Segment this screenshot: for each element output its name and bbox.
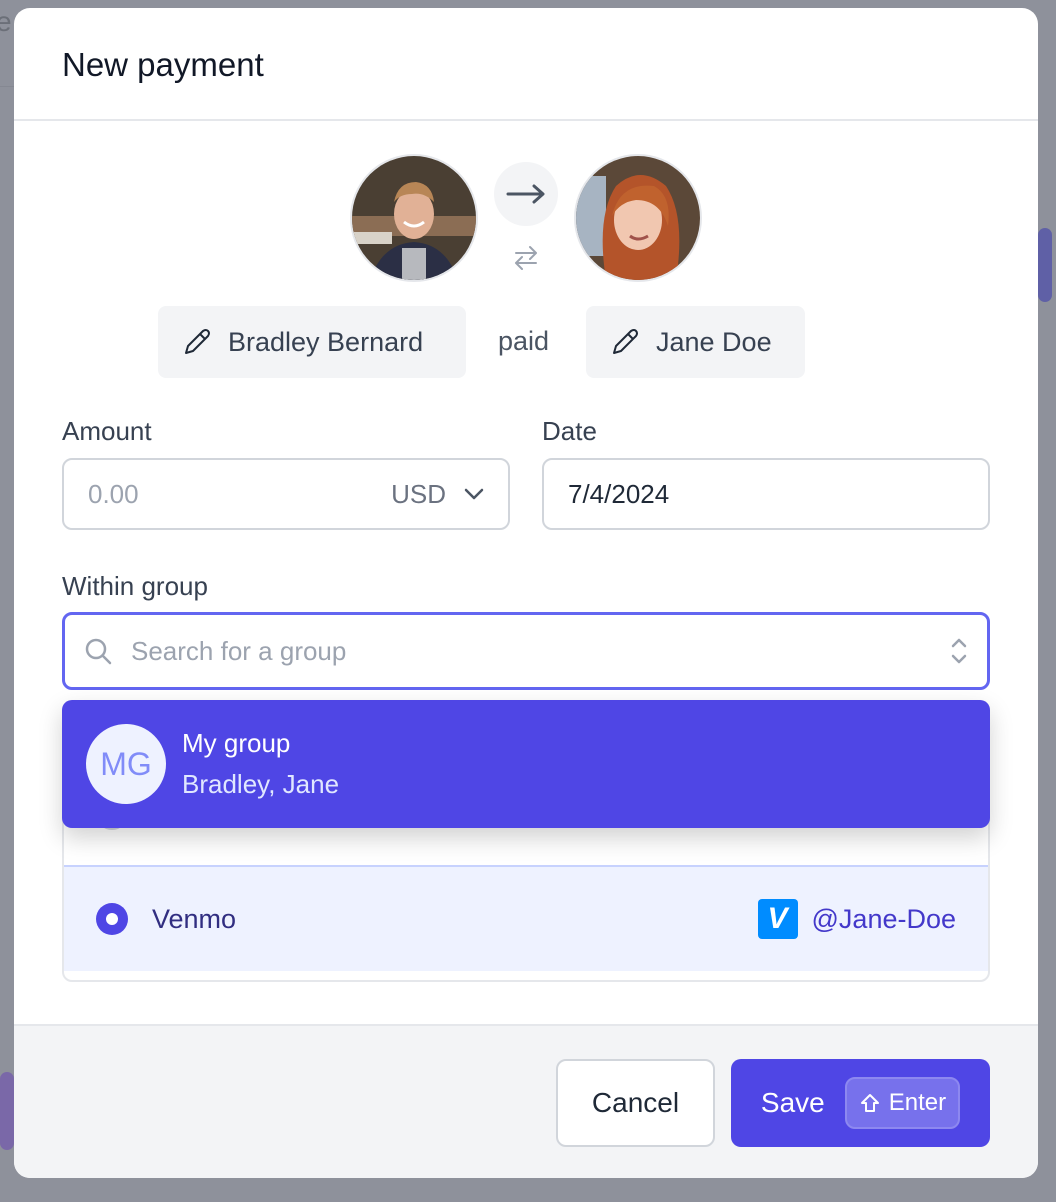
group-search-input[interactable]: Search for a group (131, 636, 931, 667)
venmo-handle: V @Jane-Doe (757, 899, 956, 939)
group-label: Within group (62, 571, 208, 601)
group-search-combobox[interactable]: Search for a group (62, 612, 990, 690)
swap-arrows-icon[interactable] (510, 242, 542, 274)
keyboard-shortcut-badge: Enter (844, 1077, 961, 1129)
pencil-icon (185, 329, 210, 354)
payer-avatar (350, 154, 478, 282)
group-option-members: Bradley, Jane (182, 769, 340, 799)
date-input[interactable]: 7/4/2024 (542, 458, 990, 530)
shift-icon (860, 1094, 879, 1112)
group-avatar: MG (86, 724, 166, 804)
edit-payee-button[interactable]: Jane Doe (586, 306, 805, 378)
new-payment-modal: New payment Bradley Bernard paid Jane Do… (14, 8, 1038, 1178)
amount-field[interactable]: 0.00 USD (62, 458, 510, 530)
group-option-name: My group (182, 728, 291, 758)
payee-avatar (574, 154, 702, 282)
paid-label: paid (498, 326, 550, 356)
modal-header: New payment (14, 8, 1038, 121)
search-icon (85, 638, 112, 665)
edit-payer-button[interactable]: Bradley Bernard (158, 306, 466, 378)
amount-label: Amount (62, 416, 152, 446)
background-button (1038, 228, 1052, 302)
payment-method-label: Venmo (152, 903, 237, 934)
venmo-icon: V (757, 899, 798, 939)
payee-name: Jane Doe (656, 326, 772, 357)
cancel-button[interactable]: Cancel (556, 1059, 715, 1147)
save-label: Save (760, 1087, 825, 1118)
venmo-username: @Jane-Doe (811, 903, 956, 934)
background-button (0, 1072, 14, 1150)
modal-title: New payment (62, 46, 264, 83)
payment-parties (14, 154, 1038, 284)
direction-indicator (494, 162, 558, 226)
pencil-icon (613, 329, 638, 354)
arrow-right-icon (506, 184, 545, 204)
amount-input[interactable]: 0.00 (88, 479, 139, 510)
chevron-up-down-icon (951, 638, 967, 664)
background-text: e (0, 6, 12, 37)
currency-select[interactable]: USD (391, 479, 484, 510)
payment-party-names: Bradley Bernard paid Jane Doe (14, 306, 1038, 378)
chevron-down-icon (464, 488, 484, 500)
background-divider (0, 86, 14, 87)
shortcut-label: Enter (888, 1089, 947, 1116)
payment-method-venmo[interactable]: Venmo V @Jane-Doe (64, 867, 988, 971)
modal-footer: Cancel Save Enter (14, 1024, 1038, 1178)
venmo-radio[interactable] (96, 903, 128, 935)
payer-name: Bradley Bernard (228, 326, 424, 357)
group-option-my-group[interactable]: MG My group Bradley, Jane (62, 700, 990, 828)
date-label: Date (542, 416, 597, 446)
currency-value: USD (391, 478, 446, 509)
save-button[interactable]: Save Enter (731, 1059, 990, 1147)
